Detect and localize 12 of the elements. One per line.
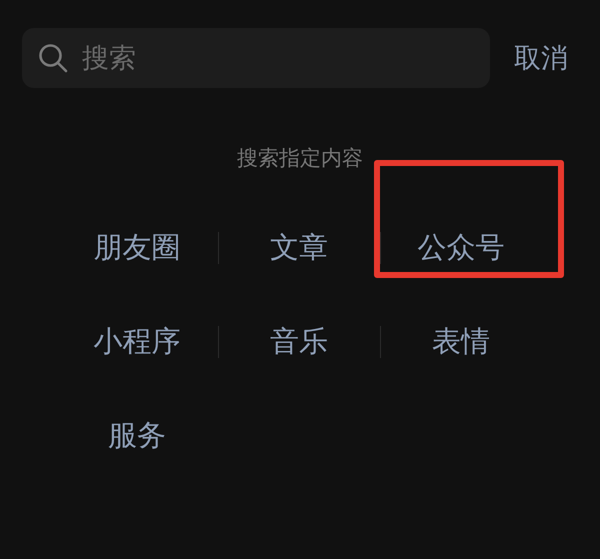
cancel-button[interactable]: 取消 [514,40,568,76]
category-link[interactable]: 文章 [270,228,328,268]
search-bar[interactable]: 搜索 [22,28,490,88]
category-link[interactable]: 公众号 [418,228,504,268]
search-field[interactable]: 搜索 [80,42,464,74]
category-link[interactable]: 朋友圈 [94,228,180,268]
section-title: 搜索指定内容 [236,145,364,172]
search-icon [38,43,68,73]
category-link[interactable]: 服务 [108,416,166,456]
category-link[interactable]: 小程序 [94,322,180,362]
category-link[interactable]: 音乐 [270,322,328,362]
category-link[interactable]: 表情 [432,322,490,362]
